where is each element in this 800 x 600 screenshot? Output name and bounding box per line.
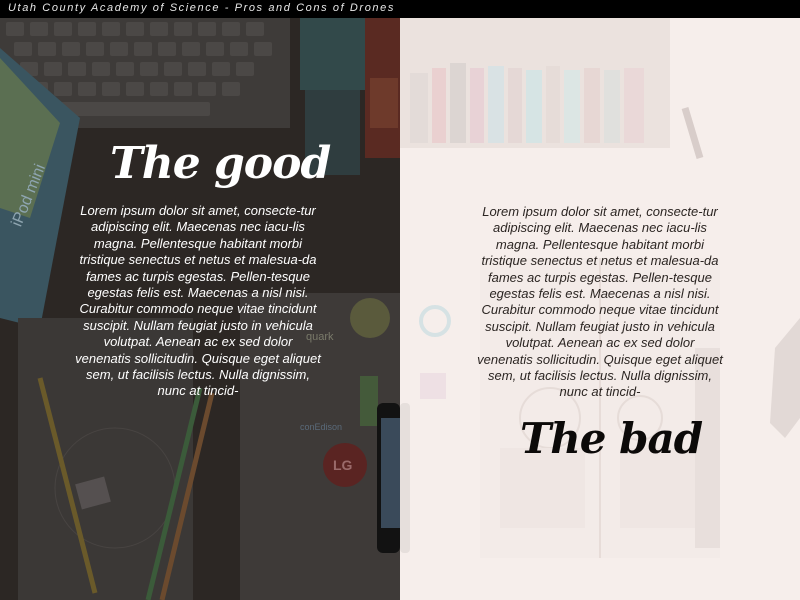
lg-logo-label: LG [333,457,353,473]
bad-body-text: Lorem ipsum dolor sit amet, consecte-tur… [477,204,723,400]
bad-heading: The bad [520,414,703,463]
top-bar: Utah County Academy of Science - Pros an… [0,0,800,18]
phone-edge-image [400,403,410,553]
books-image [400,18,704,160]
smartphone-image [377,403,400,553]
good-body-text: Lorem ipsum dolor sit amet, consecte-tur… [75,203,321,399]
left-panel: iPod mini quark conEdison LG The good Lo… [0,18,400,600]
conedison-logo-label: conEdison [300,422,342,432]
right-panel: Lorem ipsum dolor sit amet, consecte-tur… [400,18,800,600]
slide: Utah County Academy of Science - Pros an… [0,0,800,600]
slide-title: Utah County Academy of Science - Pros an… [8,2,395,14]
good-heading: The good [110,138,331,189]
